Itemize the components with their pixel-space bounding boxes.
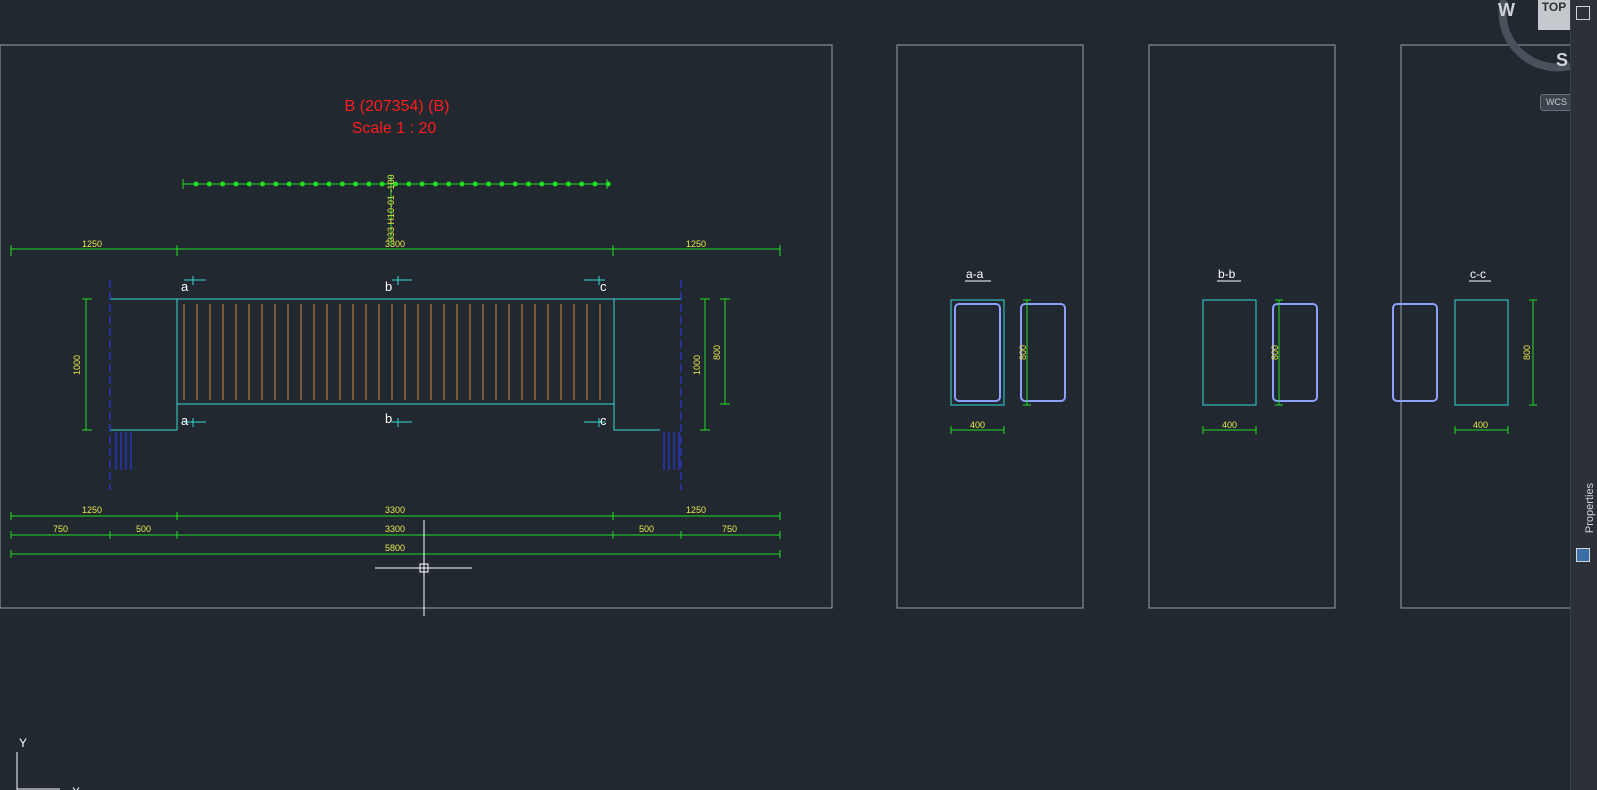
right-height-inner-dim: 800 <box>712 345 722 360</box>
section-b-label: b-b <box>1218 267 1236 281</box>
bottom-dim-r2-a: 750 <box>53 524 68 534</box>
rebar-dot <box>512 181 518 187</box>
compass-west-label[interactable]: W <box>1498 0 1515 21</box>
rebar-dot <box>592 181 598 187</box>
section-c-label: c-c <box>1470 267 1486 281</box>
ucs-icon <box>16 752 60 790</box>
cut-mark-bottom-b: b <box>385 411 392 426</box>
bottom-dim-r1-left: 1250 <box>82 505 102 515</box>
top-dim-left: 1250 <box>82 239 102 249</box>
cut-mark-top-a: a <box>181 279 189 294</box>
section-a <box>950 280 1066 434</box>
palette-menu-icon[interactable] <box>1576 6 1590 20</box>
rebar-dot <box>472 181 478 187</box>
rebar-dot <box>539 181 545 187</box>
ucs-x-label: X <box>72 785 80 790</box>
rebar-dot <box>406 181 412 187</box>
properties-tab-label[interactable]: Properties <box>1584 478 1596 538</box>
left-height-dim: 1000 <box>72 355 82 375</box>
properties-tab-icon[interactable] <box>1576 548 1590 562</box>
rebar-label: 333 H10-01 -100 <box>386 174 396 242</box>
section-a-width: 400 <box>970 420 985 430</box>
bottom-dim-r1-right: 1250 <box>686 505 706 515</box>
rebar-dot <box>193 181 199 187</box>
rebar-dot <box>432 181 438 187</box>
section-a-height: 800 <box>1018 345 1028 360</box>
section-b-width: 400 <box>1222 420 1237 430</box>
rebar-dot <box>499 181 505 187</box>
beam-elevation <box>109 276 682 490</box>
top-dim-middle: 3300 <box>385 239 405 249</box>
section-c-height: 800 <box>1522 345 1532 360</box>
rebar-dot <box>526 181 531 187</box>
compass-south-label[interactable]: S <box>1556 50 1568 71</box>
crosshair-cursor <box>375 520 472 616</box>
section-b-viewport-frame <box>1148 44 1336 609</box>
properties-palette-strip[interactable] <box>1570 0 1597 790</box>
rebar-dot <box>273 181 279 187</box>
bottom-dim-r2-e: 750 <box>722 524 737 534</box>
top-dim-right: 1250 <box>686 239 706 249</box>
bottom-dim-r2-b: 500 <box>136 524 151 534</box>
section-c-width: 400 <box>1473 420 1488 430</box>
drawing-title: B (207354) (B) <box>345 98 450 115</box>
drawing-scale: Scale 1 : 20 <box>352 120 437 137</box>
wcs-menu-button[interactable]: WCS <box>1540 94 1573 111</box>
section-b <box>1202 280 1318 434</box>
rebar-dot <box>313 181 319 187</box>
rebar-dot <box>260 181 265 187</box>
rebar-dot <box>446 181 452 187</box>
rebar-dot <box>419 181 425 187</box>
rebar-dot <box>605 181 611 187</box>
rebar-dot <box>565 181 571 187</box>
rebar-dot <box>299 181 305 187</box>
bottom-dim-r3-total: 5800 <box>385 543 405 553</box>
rebar-dot <box>379 181 385 187</box>
rebar-dot <box>206 181 212 187</box>
rebar-dot <box>552 181 558 187</box>
rebar-dot <box>459 181 465 187</box>
cut-mark-top-b: b <box>385 279 392 294</box>
bottom-dim-r1-middle: 3300 <box>385 505 405 515</box>
cut-mark-bottom-a: a <box>181 413 189 428</box>
rebar-dot <box>486 181 492 187</box>
right-height-dim: 1000 <box>692 355 702 375</box>
rebar-dot <box>339 181 345 187</box>
vertical-dimensions <box>82 298 730 431</box>
drawing-canvas[interactable]: B (207354) (B) Scale 1 : 20 333 H10-01 -… <box>0 0 1597 790</box>
cut-mark-top-c: c <box>600 279 607 294</box>
rebar-dot <box>579 181 585 187</box>
section-b-height: 800 <box>1270 345 1280 360</box>
rebar-dot <box>246 181 252 187</box>
rebar-dot <box>353 181 359 187</box>
rebar-dot <box>220 181 226 187</box>
section-c <box>1392 280 1537 434</box>
cut-mark-bottom-c: c <box>600 413 607 428</box>
viewcube-top-face[interactable]: TOP <box>1538 0 1570 30</box>
rebar-dot <box>286 181 292 187</box>
rebar-dot <box>326 181 332 187</box>
ucs-y-label: Y <box>19 736 27 750</box>
bottom-dim-r2-c: 3300 <box>385 524 405 534</box>
bottom-dim-r2-d: 500 <box>639 524 654 534</box>
rebar-distribution-line <box>182 175 611 246</box>
section-a-viewport-frame <box>896 44 1084 609</box>
rebar-dot <box>366 181 372 187</box>
rebar-dot <box>233 181 239 187</box>
section-a-label: a-a <box>966 267 984 281</box>
section-c-viewport-frame <box>1400 44 1588 609</box>
